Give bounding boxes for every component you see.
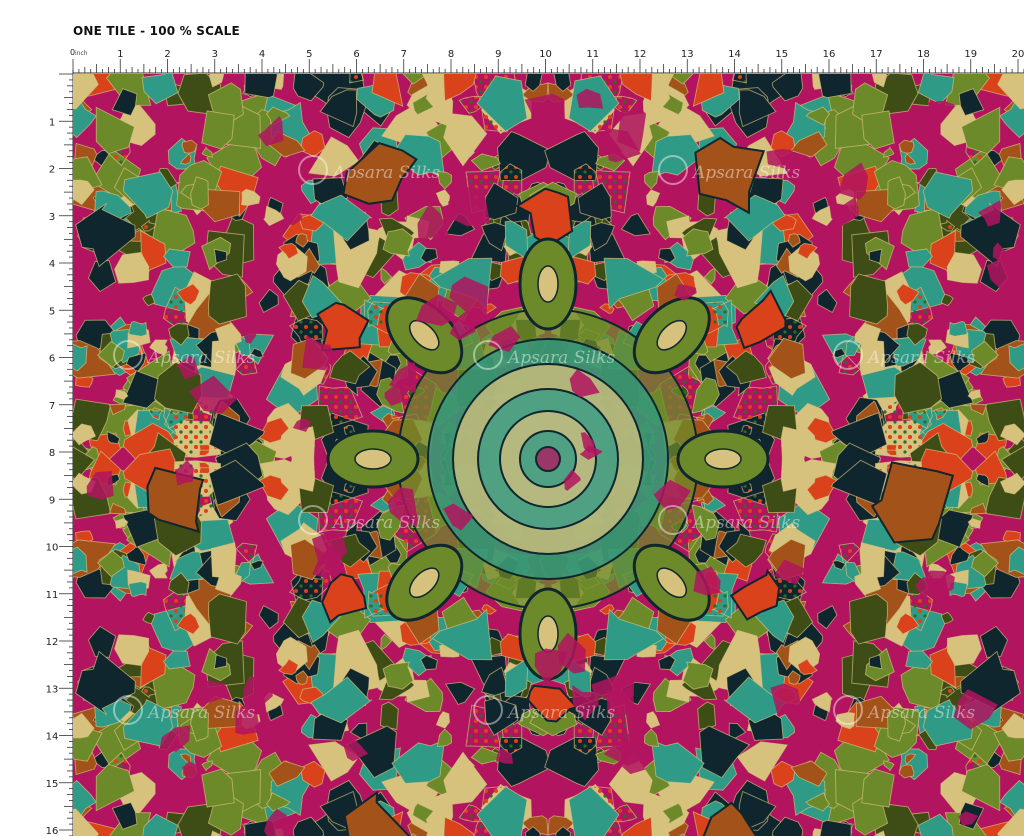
ruler-number: 1	[117, 49, 123, 60]
pattern-motif	[208, 593, 247, 645]
ruler-number: 12	[46, 637, 59, 648]
ruler-number: 14	[46, 732, 59, 743]
ruler-number: 5	[306, 49, 312, 60]
watermark-text: Apsara Silks	[146, 703, 256, 723]
pattern-motif	[948, 321, 968, 337]
pattern-motif	[849, 593, 888, 645]
medallion-ring	[535, 446, 561, 472]
watermark-text: Apsara Silks	[331, 513, 441, 533]
ruler-number: 2	[164, 49, 170, 60]
ruler-number: 4	[49, 259, 55, 270]
ruler-number: 13	[681, 49, 694, 60]
ruler-number: 18	[917, 49, 930, 60]
ruler-number: 12	[634, 49, 647, 60]
watermark-text: Apsara Silks	[331, 163, 441, 183]
ruler-number: 7	[49, 401, 55, 412]
ruler-number: 13	[46, 684, 59, 695]
watermark-text: Apsara Silks	[866, 348, 976, 368]
ruler-number: 5	[49, 306, 55, 317]
pattern-motif	[208, 273, 247, 325]
ruler-number: 7	[401, 49, 407, 60]
watermark-text: Apsara Silks	[506, 703, 616, 723]
pattern-tile: Apsara Silks Apsara Silks Apsara Silks Apsa…	[73, 74, 1024, 836]
medallion-petal-center	[537, 265, 559, 303]
ruler-number: 20	[1012, 49, 1024, 60]
ruler-number: 10	[46, 543, 59, 554]
ruler-number: 19	[964, 49, 977, 60]
pattern-motif	[849, 273, 888, 325]
pattern-motif	[818, 74, 852, 99]
ruler-number: 9	[49, 495, 55, 506]
ruler-number: 8	[49, 448, 55, 459]
pattern-motif	[859, 542, 886, 579]
medallion-petal-center	[537, 615, 559, 653]
watermark-text: Apsara Silks	[146, 348, 256, 368]
ruler-number: 16	[46, 826, 59, 836]
watermark-text: Apsara Silks	[506, 348, 616, 368]
ruler-number: 17	[870, 49, 883, 60]
ruler-number: 6	[353, 49, 359, 60]
ruler-number: 3	[212, 49, 218, 60]
watermark-text: Apsara Silks	[691, 513, 801, 533]
ruler-number: 9	[495, 49, 501, 60]
ruler-number: 10	[539, 49, 552, 60]
ruler-number: 11	[586, 49, 599, 60]
ruler-number: 4	[259, 49, 265, 60]
ruler-number: 11	[46, 590, 59, 601]
mandala-pattern-image: Apsara Silks Apsara Silks Apsara Silks Apsa…	[73, 74, 1024, 836]
watermark-text: Apsara Silks	[691, 163, 801, 183]
ruler-number: 1	[49, 117, 55, 128]
ruler-number: 15	[46, 779, 59, 790]
ruler-number: 14	[728, 49, 741, 60]
pattern-motif	[128, 321, 148, 337]
medallion-petal-center	[704, 448, 742, 470]
horizontal-ruler: inch0 1 2 3 4 5 6 7 8 9 10 11 12 13 14 15 16 17 18 19 20	[70, 48, 1024, 74]
vertical-ruler: 12345678910111213141516	[46, 70, 74, 836]
ruler-number: 2	[49, 165, 55, 176]
watermark-text: Apsara Silks	[866, 703, 976, 723]
ruler-number: 8	[448, 49, 454, 60]
ruler-number: 15	[775, 49, 788, 60]
pattern-motif	[128, 581, 148, 597]
ruler-unit-label: inch	[75, 50, 88, 57]
medallion-petal-center	[354, 448, 392, 470]
pattern-motif	[210, 542, 237, 579]
ruler-number: 6	[49, 354, 55, 365]
pattern-motif	[244, 74, 278, 99]
ruler-number: 0	[70, 48, 75, 57]
ruler-number: 3	[49, 212, 55, 223]
page-title: ONE TILE - 100 % SCALE	[73, 24, 240, 38]
ruler-number: 16	[823, 49, 836, 60]
